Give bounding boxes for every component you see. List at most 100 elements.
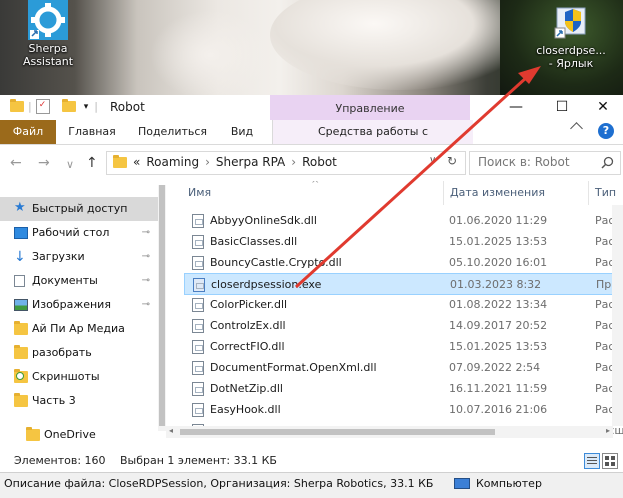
nav-scrollbar[interactable]	[158, 185, 166, 431]
file-row[interactable]: DocumentFormat.OpenXml.dll 07.09.2022 2:5…	[184, 357, 623, 379]
star-icon: ★	[14, 200, 26, 215]
scrollbar-thumb[interactable]	[180, 429, 495, 435]
separator: |	[94, 100, 98, 113]
desktop-icon-label: closerdpse...	[536, 44, 606, 57]
nav-item-folder[interactable]: разобрать	[0, 341, 160, 365]
pin-icon[interactable]: ⊸	[142, 293, 150, 317]
file-list-vscrollbar[interactable]	[612, 205, 623, 426]
scroll-right-icon[interactable]: ▸	[606, 426, 610, 435]
navigation-pane: ^ ★ Быстрый доступ Рабочий стол ⊸ ↓ Загр…	[0, 181, 178, 449]
pin-icon[interactable]: ⊸	[142, 269, 150, 293]
sherpa-gear-icon	[28, 0, 68, 40]
breadcrumb-separator-icon: ›	[205, 155, 210, 169]
desktop-icon	[14, 227, 28, 239]
nav-item-quick-access[interactable]: ★ Быстрый доступ	[0, 197, 160, 221]
back-button[interactable]: ←	[10, 155, 22, 171]
scroll-left-icon[interactable]: ◂	[169, 426, 173, 435]
column-type[interactable]: Тип	[588, 181, 616, 205]
file-date: 15.01.2025 13:53	[449, 235, 548, 248]
file-name: EasyHook.dll	[210, 403, 281, 416]
search-icon	[601, 156, 614, 169]
wallpaper-fur	[270, 0, 530, 90]
desktop-icon-closerdpsession-shortcut[interactable]: closerdpse... - Ярлык	[531, 2, 611, 70]
nav-item-documents[interactable]: Документы ⊸	[0, 269, 160, 293]
breadcrumb-item[interactable]: Roaming	[146, 155, 199, 169]
close-button[interactable]: ✕	[580, 95, 623, 120]
dll-file-icon	[192, 298, 204, 312]
file-row[interactable]: CorrectFIO.dll 15.01.2025 13:53 Расш	[184, 336, 623, 358]
search-placeholder: Поиск в: Robot	[478, 155, 570, 169]
nav-item-downloads[interactable]: ↓ Загрузки ⊸	[0, 245, 160, 269]
tab-app-tools[interactable]: Средства работы с приложениями	[272, 120, 473, 162]
wallpaper-fur	[150, 10, 270, 95]
file-row[interactable]: ControlzEx.dll 14.09.2017 20:52 Расш	[184, 315, 623, 337]
file-date: 14.09.2017 20:52	[449, 319, 548, 332]
maximize-button[interactable]: ☐	[539, 95, 585, 120]
shortcut-shield-icon	[551, 2, 591, 42]
forward-button[interactable]: →	[38, 155, 50, 171]
file-name: BouncyCastle.Crypto.dll	[210, 256, 342, 269]
breadcrumb-item[interactable]: Robot	[302, 155, 337, 169]
file-list-hscrollbar[interactable]: ◂ ▸	[166, 426, 613, 438]
breadcrumb-item[interactable]: Sherpa RPA	[216, 155, 285, 169]
file-row[interactable]: BasicClasses.dll 15.01.2025 13:53 Расш	[184, 231, 623, 253]
minimize-button[interactable]: —	[493, 95, 539, 120]
nav-item-screenshots[interactable]: Скриншоты	[0, 365, 160, 389]
file-name: DotNetZip.dll	[210, 382, 283, 395]
dll-file-icon	[192, 319, 204, 333]
recent-locations-dropdown[interactable]: ∨	[66, 158, 74, 171]
file-row[interactable]: ColorPicker.dll 01.08.2022 13:34 Расш	[184, 294, 623, 316]
file-list: ^ Имя Дата изменения Тип AbbyyOnlineSdk.…	[166, 181, 623, 449]
breadcrumb-overflow[interactable]: «	[133, 155, 140, 169]
column-headers: ^ Имя Дата изменения Тип	[166, 181, 623, 205]
nav-item-label: Загрузки	[32, 250, 85, 263]
window-title: Robot	[110, 100, 145, 114]
tab-home[interactable]: Главная	[62, 120, 122, 144]
sort-arrow-icon: ^	[311, 181, 320, 190]
search-input[interactable]: Поиск в: Robot	[469, 151, 621, 175]
file-row[interactable]: EasyHook.dll 10.07.2016 21:06 Расш	[184, 399, 623, 421]
folder-icon	[14, 345, 28, 359]
up-button[interactable]: ↑	[86, 155, 98, 171]
pin-icon[interactable]: ⊸	[142, 245, 150, 269]
address-bar[interactable]: « Roaming › Sherpa RPA › Robot ∨ ↻	[106, 151, 466, 175]
file-name: ColorPicker.dll	[210, 298, 288, 311]
file-date: 01.08.2022 13:34	[449, 298, 548, 311]
scrollbar-thumb[interactable]	[159, 185, 165, 426]
details-bar: Описание файла: CloseRDPSession, Организ…	[0, 472, 623, 498]
images-icon	[14, 299, 28, 311]
file-row[interactable]: BouncyCastle.Crypto.dll 05.10.2020 16:01 Р…	[184, 252, 623, 274]
nav-item-folder[interactable]: Часть 3	[0, 389, 160, 413]
large-icons-view-icon[interactable]	[602, 453, 618, 469]
nav-item-images[interactable]: Изображения ⊸	[0, 293, 160, 317]
folder-icon	[14, 321, 28, 335]
column-date[interactable]: Дата изменения	[443, 181, 545, 205]
details-view-icon[interactable]	[584, 453, 600, 469]
tab-file[interactable]: Файл	[0, 120, 56, 144]
nav-item-folder[interactable]: Ай Пи Ар Медиа	[0, 317, 160, 341]
nav-item-onedrive[interactable]: OneDrive	[0, 423, 160, 447]
file-row[interactable]: DotNetZip.dll 16.11.2021 11:59 Расш	[184, 378, 623, 400]
file-row[interactable]: AbbyyOnlineSdk.dll 01.06.2020 11:29 Расш	[184, 210, 623, 232]
file-name: DocumentFormat.OpenXml.dll	[210, 361, 377, 374]
help-icon[interactable]: ?	[598, 123, 614, 139]
refresh-button[interactable]: ↻	[447, 154, 457, 168]
desktop-icon-sherpa-assistant[interactable]: Sherpa Assistant	[8, 0, 88, 68]
properties-icon[interactable]: ✓	[35, 99, 50, 114]
tab-share[interactable]: Поделиться	[130, 120, 215, 144]
nav-item-label: OneDrive	[44, 428, 96, 441]
pin-icon[interactable]: ⊸	[142, 221, 150, 245]
address-dropdown-icon[interactable]: ∨	[429, 155, 436, 166]
qat-dropdown-icon[interactable]: ▾	[84, 102, 89, 112]
column-name[interactable]: Имя	[188, 181, 211, 205]
ribbon-expand-icon[interactable]	[570, 122, 583, 135]
file-name: AbbyyOnlineSdk.dll	[210, 214, 317, 227]
title-bar: | ✓ ▾ | Robot Управление — ☐ ✕	[0, 95, 623, 122]
new-folder-icon[interactable]	[61, 99, 76, 112]
nav-item-desktop[interactable]: Рабочий стол ⊸	[0, 221, 160, 245]
folder-icon	[10, 99, 24, 112]
tab-view[interactable]: Вид	[222, 120, 262, 144]
dll-file-icon	[192, 382, 204, 396]
folder-icon	[26, 427, 40, 441]
file-row-selected[interactable]: closerdpsession.exe 01.03.2023 8:32 При	[184, 273, 623, 295]
